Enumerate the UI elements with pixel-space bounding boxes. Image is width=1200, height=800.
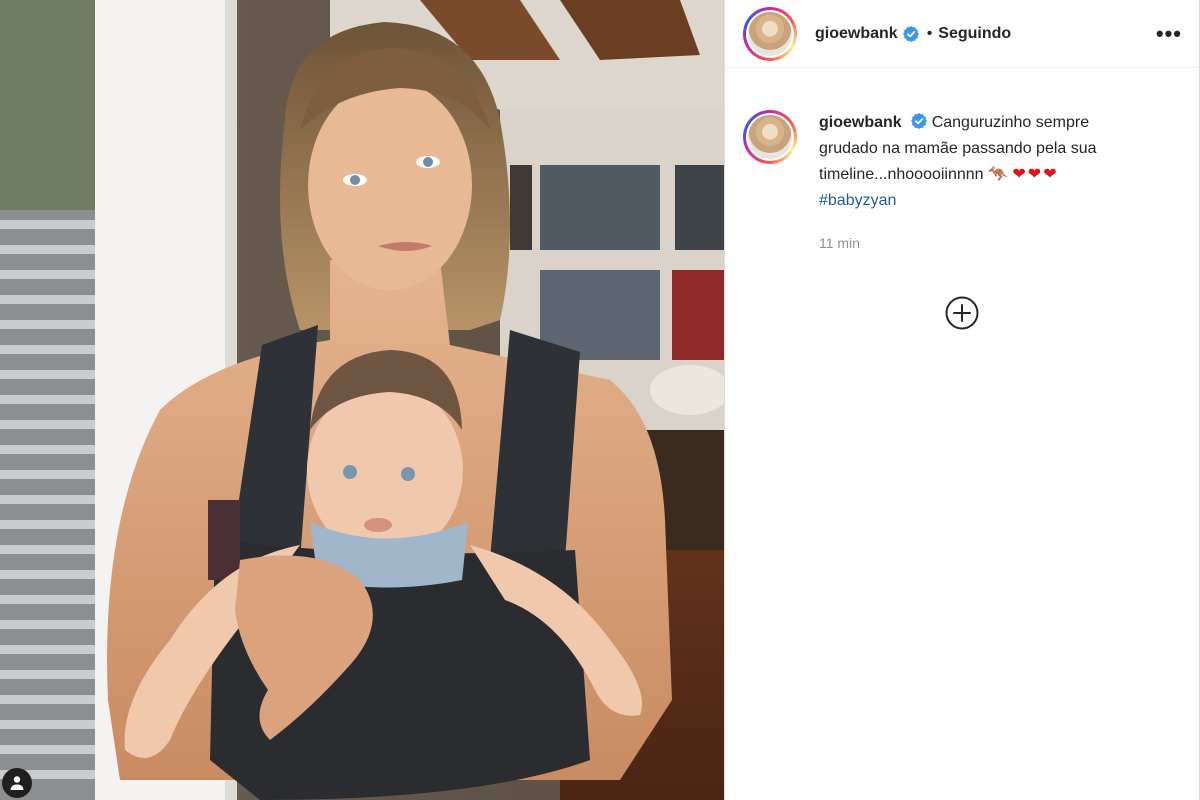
header-username[interactable]: gioewbank bbox=[815, 25, 898, 43]
post-timestamp[interactable]: 11 min bbox=[819, 230, 1149, 256]
caption-avatar[interactable] bbox=[743, 110, 797, 164]
caption-username[interactable]: gioewbank bbox=[819, 114, 902, 131]
verified-badge-icon bbox=[910, 113, 927, 129]
caption-comment: gioewbank Canguruzinho sempre grudado na… bbox=[725, 68, 1200, 256]
user-tag-icon[interactable] bbox=[2, 768, 32, 798]
hearts-emoji: ❤❤❤ bbox=[1012, 166, 1059, 183]
post-header: gioewbank • Seguindo ••• bbox=[725, 0, 1200, 68]
following-button[interactable]: Seguindo bbox=[938, 25, 1011, 43]
post-photo[interactable] bbox=[0, 0, 724, 800]
verified-badge-icon bbox=[902, 25, 919, 42]
hashtag-link[interactable]: #babyzyan bbox=[819, 188, 1149, 214]
post-details-panel: gioewbank • Seguindo ••• gioewbank Cangu… bbox=[724, 0, 1200, 800]
kangaroo-emoji: 🦘 bbox=[988, 166, 1008, 183]
avatar[interactable] bbox=[743, 6, 797, 61]
separator-dot: • bbox=[926, 24, 933, 42]
post-photo-image bbox=[0, 0, 724, 800]
plus-circle-icon[interactable] bbox=[945, 296, 979, 330]
more-options-icon[interactable]: ••• bbox=[1156, 22, 1182, 45]
